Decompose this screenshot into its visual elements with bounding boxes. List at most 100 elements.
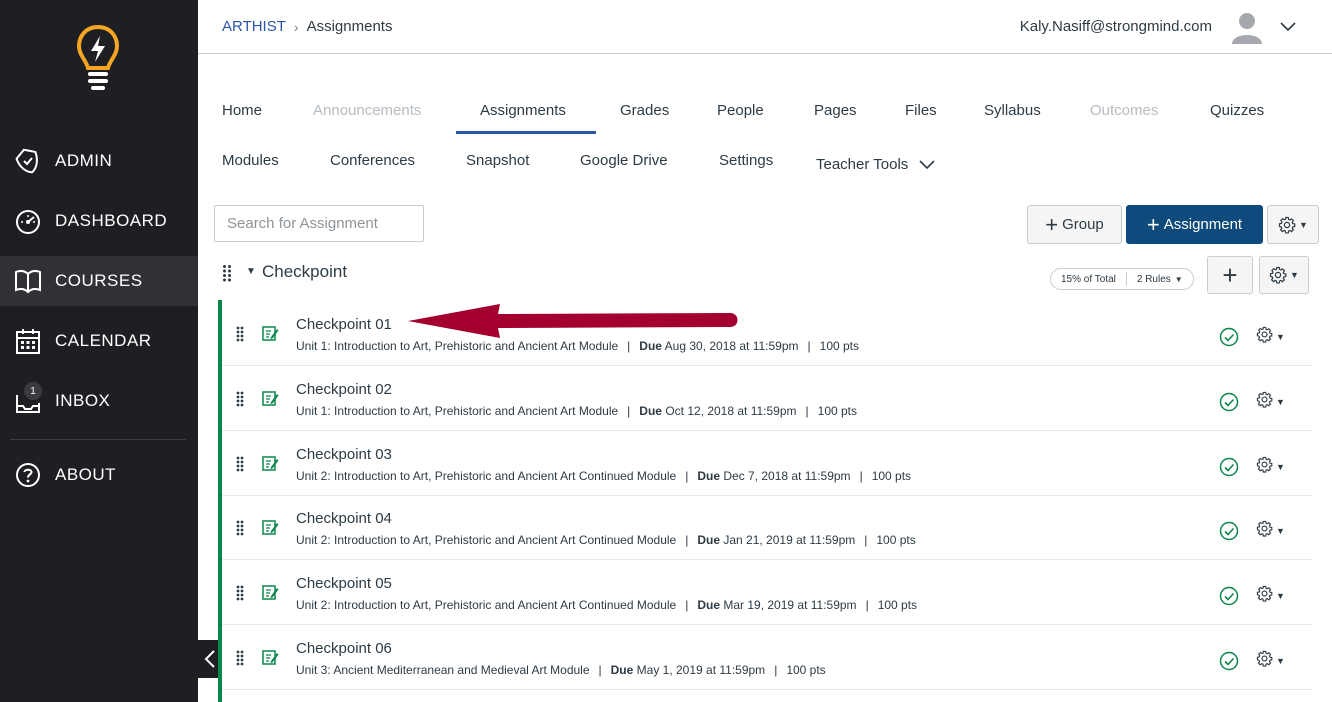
published-check-icon[interactable] <box>1219 327 1239 347</box>
book-icon <box>14 266 42 296</box>
published-check-icon[interactable] <box>1219 586 1239 606</box>
published-check-icon[interactable] <box>1219 651 1239 671</box>
breadcrumb: ARTHIST › Assignments <box>222 18 392 35</box>
tab-quizzes[interactable]: Quizzes <box>1210 102 1264 119</box>
drag-handle-icon[interactable] <box>236 391 244 412</box>
drag-handle-icon[interactable] <box>236 650 244 671</box>
group-settings-button[interactable]: ▼ <box>1259 256 1309 294</box>
assignment-points: 100 pts <box>819 339 860 353</box>
published-check-icon[interactable] <box>1219 521 1239 541</box>
assignment-meta: Unit 1: Introduction to Art, Prehistoric… <box>296 404 857 418</box>
assignment-due-date: Jan 21, 2019 at 11:59pm <box>723 533 856 547</box>
collapse-group-caret-icon[interactable]: ▼ <box>246 266 256 277</box>
add-assignment-button[interactable]: + Assignment <box>1126 205 1263 244</box>
drag-handle-icon[interactable] <box>236 520 244 541</box>
nav-item-admin[interactable]: ADMIN <box>0 136 198 186</box>
assignment-meta: Unit 3: Ancient Mediterranean and Mediev… <box>296 663 826 677</box>
tab-modules[interactable]: Modules <box>222 152 279 169</box>
table-row[interactable]: Checkpoint 05 Unit 2: Introduction to Art… <box>222 559 1313 625</box>
avatar-icon[interactable] <box>1230 10 1264 44</box>
drag-handle-icon[interactable] <box>236 585 244 606</box>
nav-item-dashboard[interactable]: DASHBOARD <box>0 196 198 246</box>
assignment-module: Unit 2: Introduction to Art, Prehistoric… <box>296 533 677 547</box>
assignment-settings-menu[interactable]: ▼ <box>1256 326 1285 348</box>
tab-grades[interactable]: Grades <box>620 102 669 119</box>
published-check-icon[interactable] <box>1219 457 1239 477</box>
add-group-button[interactable]: + Group <box>1027 205 1122 244</box>
dashboard-icon <box>14 206 42 236</box>
published-check-icon[interactable] <box>1219 392 1239 412</box>
tab-syllabus[interactable]: Syllabus <box>984 102 1041 119</box>
assignment-title-link[interactable]: Checkpoint 03 <box>296 446 392 463</box>
lightbulb-logo-icon[interactable] <box>76 24 120 92</box>
table-row[interactable]: Checkpoint 02 Unit 1: Introduction to Art… <box>222 365 1313 431</box>
tab-files[interactable]: Files <box>905 102 937 119</box>
table-row[interactable]: Checkpoint 01 Unit 1: Introduction to Art… <box>222 300 1313 366</box>
assignment-title-link[interactable]: Checkpoint 06 <box>296 640 392 657</box>
shield-icon <box>14 146 42 176</box>
drag-handle-icon[interactable] <box>236 456 244 477</box>
table-row[interactable]: Checkpoint 06 Unit 3: Ancient Mediterrane… <box>222 624 1313 690</box>
nav-item-courses[interactable]: COURSES <box>0 256 198 306</box>
gear-icon <box>1256 585 1273 607</box>
tab-google-drive[interactable]: Google Drive <box>580 152 668 169</box>
caret-down-icon: ▼ <box>1276 397 1285 407</box>
caret-down-icon: ▼ <box>1276 526 1285 536</box>
group-title[interactable]: Checkpoint <box>262 262 347 282</box>
table-row[interactable]: Checkpoint 03 Unit 2: Introduction to Art… <box>222 430 1313 496</box>
assignment-due-date: May 1, 2019 at 11:59pm <box>636 663 766 677</box>
assignment-title-link[interactable]: Checkpoint 05 <box>296 575 392 592</box>
assignment-title-link[interactable]: Checkpoint 01 <box>296 316 392 333</box>
assignment-points: 100 pts <box>877 598 918 612</box>
meta-separator: | <box>627 339 631 353</box>
tab-home[interactable]: Home <box>222 102 262 119</box>
settings-menu-button[interactable]: ▼ <box>1267 205 1319 244</box>
calendar-icon <box>14 326 42 356</box>
inbox-unread-badge: 1 <box>24 382 42 400</box>
due-label: Due <box>610 663 634 677</box>
group-rules-label: 2 Rules <box>1136 273 1171 285</box>
tab-teacher-tools[interactable]: Teacher Tools <box>816 156 936 173</box>
assignment-due-date: Dec 7, 2018 at 11:59pm <box>723 469 851 483</box>
nav-item-about[interactable]: ABOUT <box>0 450 198 500</box>
table-row[interactable]: Checkpoint 04 Unit 2: Introduction to Art… <box>222 494 1313 560</box>
nav-label: ABOUT <box>55 465 117 484</box>
tab-snapshot[interactable]: Snapshot <box>466 152 529 169</box>
group-weight-pill[interactable]: 15% of Total 2 Rules ▼ <box>1050 268 1194 290</box>
assignment-points: 100 pts <box>817 404 858 418</box>
search-assignment-input[interactable] <box>214 205 424 242</box>
assignment-title-link[interactable]: Checkpoint 04 <box>296 510 392 527</box>
assignment-settings-menu[interactable]: ▼ <box>1256 391 1285 413</box>
tab-people[interactable]: People <box>717 102 764 119</box>
due-label: Due <box>697 469 721 483</box>
tab-outcomes[interactable]: Outcomes <box>1090 102 1158 119</box>
drag-handle-icon[interactable] <box>236 326 244 347</box>
tab-assignments[interactable]: Assignments <box>480 102 566 119</box>
tab-pages[interactable]: Pages <box>814 102 857 119</box>
assignment-settings-menu[interactable]: ▼ <box>1256 520 1285 542</box>
assignment-module: Unit 1: Introduction to Art, Prehistoric… <box>296 339 619 353</box>
breadcrumb-course-link[interactable]: ARTHIST <box>222 18 286 35</box>
due-label: Due <box>639 404 662 418</box>
tab-announcements[interactable]: Announcements <box>313 102 421 119</box>
caret-down-icon: ▼ <box>1276 462 1285 472</box>
assignment-settings-menu[interactable]: ▼ <box>1256 585 1285 607</box>
drag-handle-icon[interactable] <box>222 264 232 287</box>
chevron-down-icon[interactable] <box>1280 18 1296 34</box>
nav-item-calendar[interactable]: CALENDAR <box>0 316 198 366</box>
assignment-meta: Unit 1: Introduction to Art, Prehistoric… <box>296 339 859 353</box>
assignment-icon <box>261 583 279 601</box>
group-rules[interactable]: 2 Rules ▼ <box>1127 274 1193 285</box>
nav-label: CALENDAR <box>55 331 152 350</box>
caret-down-icon: ▼ <box>1174 274 1183 284</box>
tab-conferences[interactable]: Conferences <box>330 152 415 169</box>
assignment-title-link[interactable]: Checkpoint 02 <box>296 381 392 398</box>
nav-item-inbox[interactable]: 1 INBOX <box>0 376 198 426</box>
user-email[interactable]: Kaly.Nasiff@strongmind.com <box>1020 18 1212 35</box>
add-assignment-to-group-button[interactable]: + <box>1207 256 1253 294</box>
assignment-settings-menu[interactable]: ▼ <box>1256 456 1285 478</box>
group-weight: 15% of Total <box>1061 273 1116 285</box>
assignment-settings-menu[interactable]: ▼ <box>1256 650 1285 672</box>
tab-settings[interactable]: Settings <box>719 152 773 169</box>
plus-icon: + <box>1045 211 1059 237</box>
